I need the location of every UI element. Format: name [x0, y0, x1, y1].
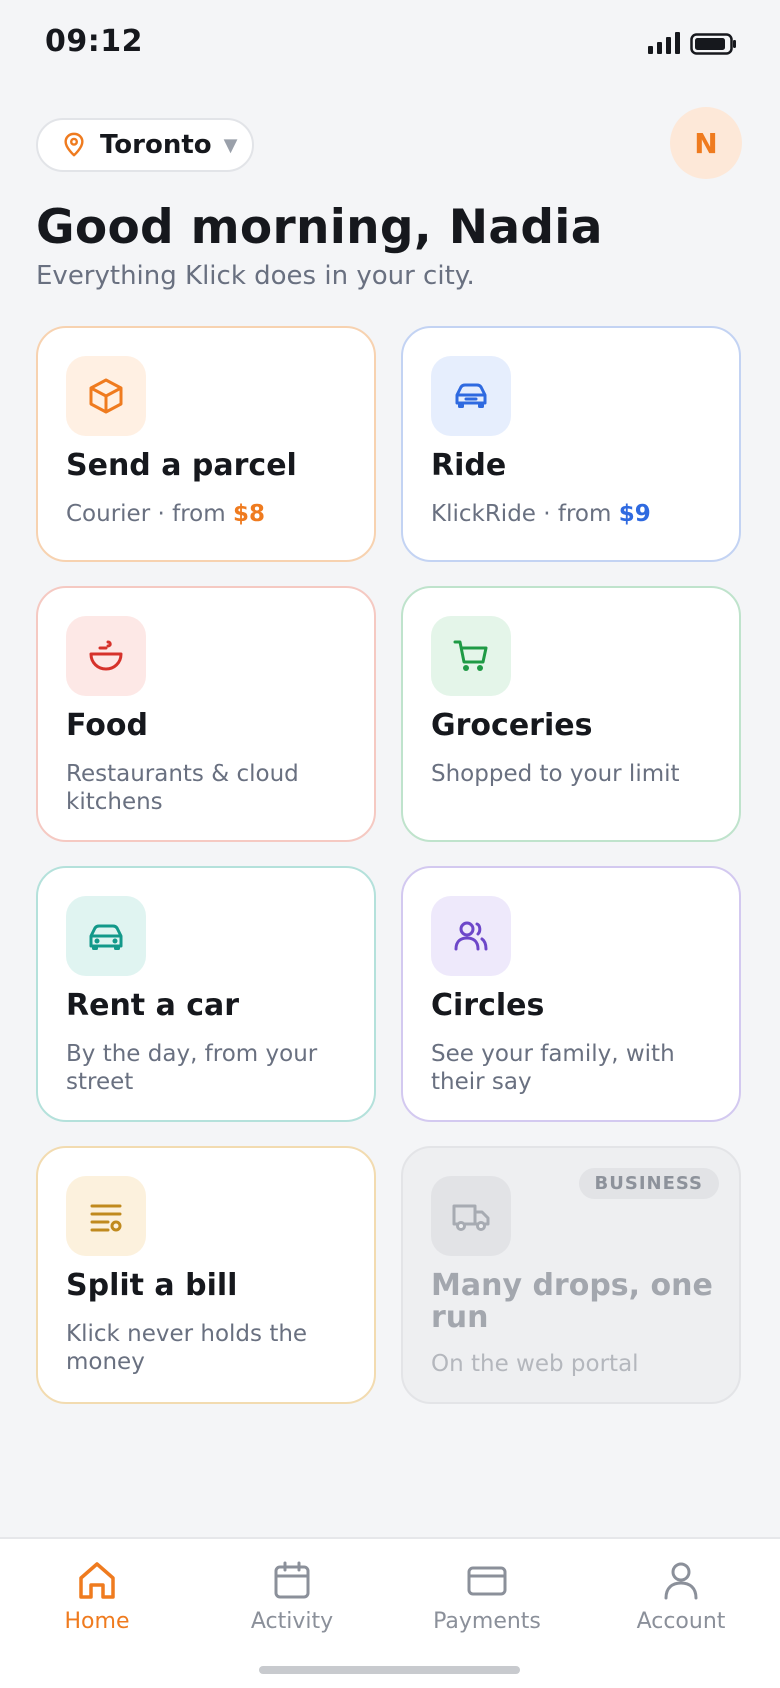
service-title: Many drops, one run — [431, 1268, 713, 1335]
service-icon-tile — [66, 356, 146, 436]
service-title: Rent a car — [66, 988, 240, 1023]
service-icon-tile — [431, 1176, 511, 1256]
cart-icon — [453, 640, 488, 671]
service-description: KlickRide · from $9 — [431, 501, 651, 527]
service-icon-tile — [66, 1176, 146, 1256]
home-indicator — [259, 1666, 520, 1674]
nav-label: Account — [636, 1609, 726, 1634]
service-description: On the web portal — [431, 1351, 639, 1377]
service-card-circles[interactable]: Circles See your family, with their say — [401, 866, 741, 1122]
people-icon — [454, 921, 488, 951]
chevron-down-icon: ▼ — [223, 134, 238, 156]
service-card-send-parcel[interactable]: Send a parcel Courier · from $8 — [36, 326, 376, 562]
service-icon-tile — [66, 616, 146, 696]
city-name: Toronto — [100, 130, 212, 160]
service-description: By the day, from your street — [66, 1041, 318, 1095]
service-icon-tile — [66, 896, 146, 976]
nav-home[interactable]: Home — [17, 1559, 177, 1634]
nav-label: Payments — [433, 1609, 541, 1634]
bowl-icon — [89, 640, 123, 671]
nav-label: Home — [64, 1609, 130, 1634]
card-icon — [467, 1566, 507, 1596]
service-card-business-drops: BUSINESS Many drops, one run On the web … — [401, 1146, 741, 1404]
service-card-groceries[interactable]: Groceries Shopped to your limit — [401, 586, 741, 842]
service-card-ride[interactable]: Ride KlickRide · from $9 — [401, 326, 741, 562]
page-title: Good morning, Nadia — [36, 200, 603, 255]
rental-car-icon — [89, 924, 123, 950]
service-title: Food — [66, 708, 148, 743]
status-bar: 09:12 — [0, 0, 780, 90]
service-title: Circles — [431, 988, 545, 1023]
person-icon — [664, 1562, 698, 1600]
nav-account[interactable]: Account — [601, 1559, 761, 1634]
page-subtitle: Everything Klick does in your city. — [36, 261, 475, 291]
signal-icon — [648, 32, 680, 54]
battery-icon — [690, 33, 736, 55]
home-icon — [79, 1562, 115, 1599]
service-price: $8 — [232, 501, 265, 527]
nav-activity[interactable]: Activity — [212, 1559, 372, 1634]
service-description: See your family, with their say — [431, 1041, 675, 1095]
truck-icon — [452, 1204, 490, 1231]
city-selector[interactable]: Toronto ▼ — [36, 118, 254, 172]
location-pin-icon — [64, 132, 84, 157]
avatar[interactable]: N — [670, 107, 742, 179]
service-title: Ride — [431, 448, 507, 483]
service-icon-tile — [431, 616, 511, 696]
nav-label: Activity — [250, 1609, 334, 1634]
business-badge: BUSINESS — [578, 1168, 719, 1199]
calendar-icon — [274, 1561, 310, 1599]
service-description: Klick never holds the money — [66, 1321, 308, 1375]
receipt-icon — [90, 1204, 122, 1232]
car-icon — [455, 383, 487, 408]
service-card-split-bill[interactable]: Split a bill Klick never holds the money — [36, 1146, 376, 1404]
service-card-food[interactable]: Food Restaurants & cloud kitchens — [36, 586, 376, 842]
service-icon-tile — [431, 356, 511, 436]
nav-payments[interactable]: Payments — [407, 1559, 567, 1634]
service-description: Courier · from $8 — [66, 501, 265, 527]
status-time: 09:12 — [45, 24, 143, 59]
service-card-rent-car[interactable]: Rent a car By the day, from your street — [36, 866, 376, 1122]
service-description: Shopped to your limit — [431, 761, 680, 787]
service-description: Restaurants & cloud kitchens — [66, 761, 299, 815]
service-title: Send a parcel — [66, 448, 297, 483]
service-title: Split a bill — [66, 1268, 238, 1303]
service-title: Groceries — [431, 708, 593, 743]
service-icon-tile — [431, 896, 511, 976]
box-icon — [89, 378, 123, 414]
service-price: $9 — [618, 501, 651, 527]
